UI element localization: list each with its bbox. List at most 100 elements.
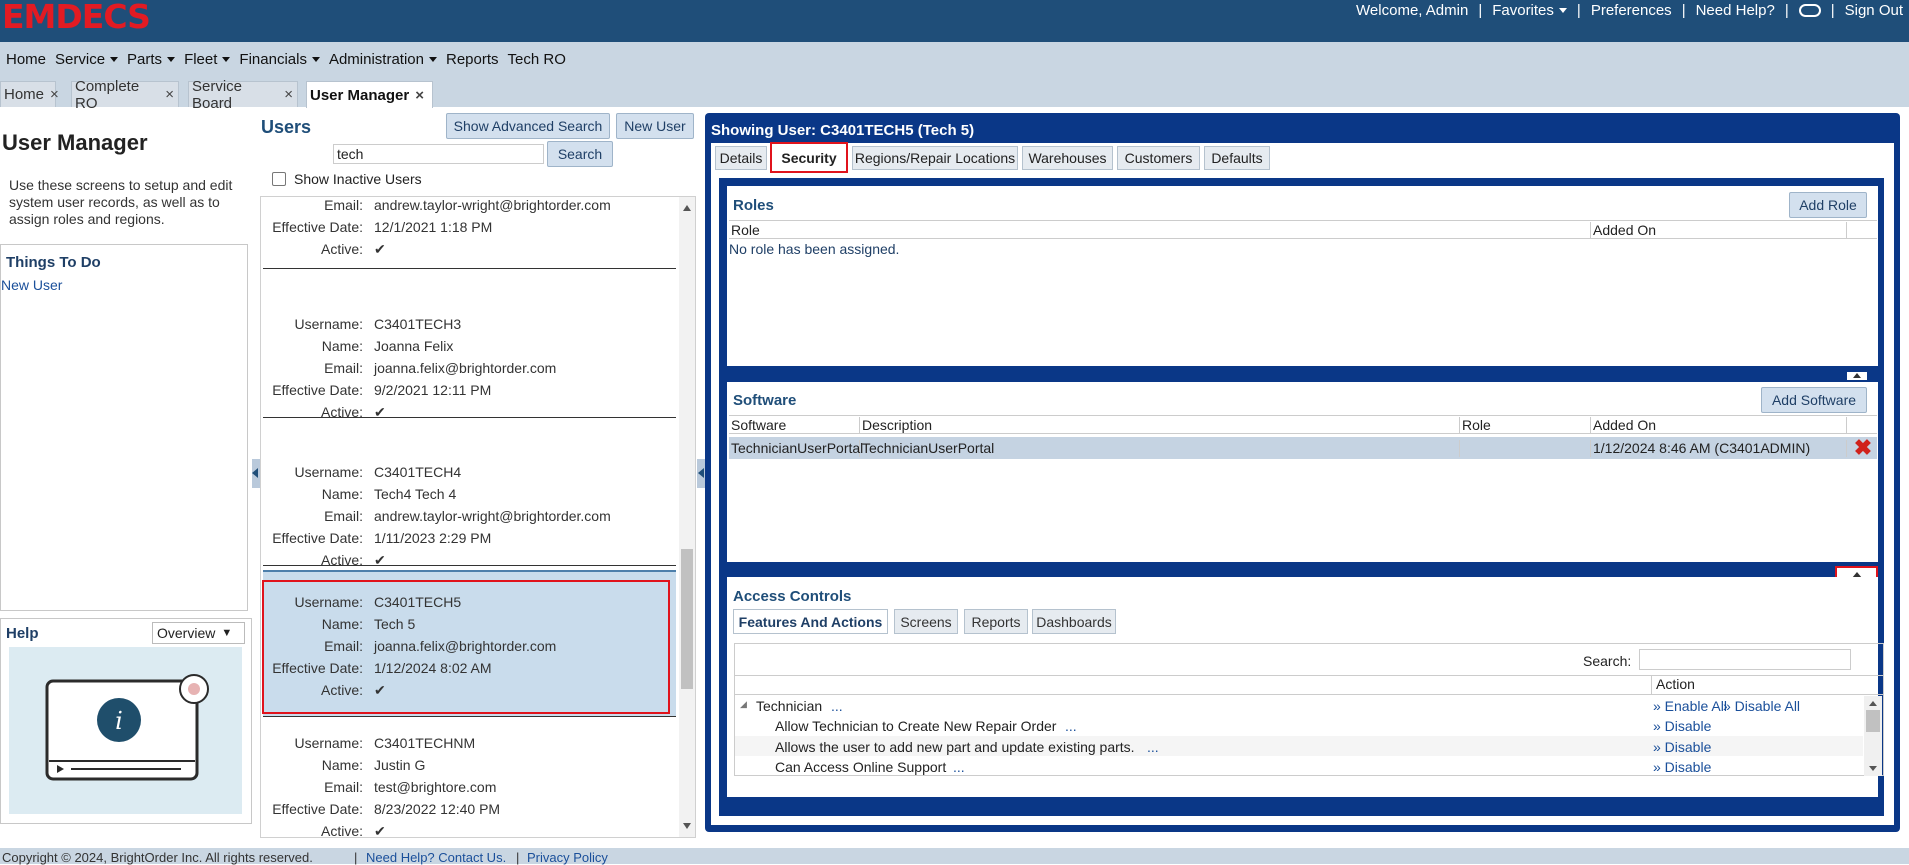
tab-customers[interactable]: Customers (1117, 146, 1200, 170)
user-card[interactable]: Username: C3401TECH3 Name: Joanna Felix Em… (263, 297, 676, 420)
col-description[interactable]: Description (860, 417, 1460, 434)
welcome-text: Welcome, Admin (1356, 1, 1469, 19)
scroll-down-arrow-icon[interactable] (683, 823, 691, 829)
disable-all-link[interactable]: » Disable All (1723, 698, 1800, 714)
feature-more[interactable]: ... (953, 759, 965, 775)
subtab-features-actions[interactable]: Features And Actions (733, 609, 888, 634)
subtab-screens[interactable]: Screens (894, 609, 958, 634)
user-email: joanna.felix@brightorder.com (374, 360, 557, 376)
menu-fleet[interactable]: Fleet (183, 42, 238, 76)
showing-user-title: Showing User: C3401TECH5 (Tech 5) (711, 122, 975, 139)
roles-title: Roles (733, 197, 774, 214)
user-name: Tech4 Tech 4 (374, 486, 457, 502)
user-list-scrollbar[interactable] (679, 197, 695, 837)
active-check-icon: ✔ (374, 241, 386, 257)
effective-date-label: Effective Date: (272, 219, 363, 235)
tab-warehouses[interactable]: Warehouses (1022, 146, 1113, 170)
help-topic-select[interactable]: Overview ▼ (152, 622, 245, 644)
menu-administration[interactable]: Administration (328, 42, 445, 76)
feature-more[interactable]: ... (1065, 718, 1077, 734)
close-icon[interactable]: × (50, 86, 59, 103)
tab-regions-repair-locations[interactable]: Regions/Repair Locations (852, 146, 1018, 170)
tab-security[interactable]: Security (770, 142, 848, 173)
copyright-text: Copyright © 2024, BrightOrder Inc. All r… (2, 850, 313, 865)
group-more[interactable]: ... (831, 698, 843, 714)
menu-fleet-label: Fleet (184, 50, 218, 68)
privacy-policy-link[interactable]: Privacy Policy (527, 850, 608, 865)
favorites-menu[interactable]: Favorites (1492, 2, 1567, 19)
collapse-left-panel-handle[interactable] (252, 459, 260, 488)
new-user-link[interactable]: New User (1, 277, 62, 293)
subtab-reports[interactable]: Reports (964, 609, 1028, 634)
col-role[interactable]: Role (729, 222, 1591, 239)
group-row-technician[interactable]: ◢ Technician ... » Enable All » Disable … (735, 696, 1863, 716)
user-search-input[interactable]: tech (333, 144, 544, 164)
access-grid-scrollbar[interactable] (1864, 696, 1882, 776)
tab-defaults[interactable]: Defaults (1204, 146, 1270, 170)
feature-more[interactable]: ... (1147, 739, 1159, 755)
show-inactive-users-checkbox[interactable] (272, 172, 286, 186)
footer: Copyright © 2024, BrightOrder Inc. All r… (0, 848, 1909, 865)
col-added-on[interactable]: Added On (1591, 417, 1847, 434)
tab-service-board[interactable]: Service Board × (188, 78, 298, 112)
user-list-scroll-thumb[interactable] (681, 549, 693, 689)
enable-all-link[interactable]: » Enable All (1653, 698, 1727, 714)
software-row[interactable]: TechnicianUserPortal TechnicianUserPorta… (729, 437, 1877, 459)
col-action[interactable]: Action (1651, 676, 1695, 694)
col-software[interactable]: Software (729, 417, 860, 434)
software-role (1460, 440, 1591, 457)
close-icon[interactable]: × (415, 87, 424, 104)
tab-home[interactable]: Home × (0, 81, 59, 107)
feature-row[interactable]: Can Access Online Support ... » Disable (735, 756, 1863, 775)
menu-financials[interactable]: Financials (238, 42, 328, 76)
delete-x-icon[interactable]: ✖ (1853, 437, 1873, 459)
tab-complete-ro[interactable]: Complete RO × (71, 78, 179, 112)
roles-collapse-handle[interactable] (1847, 372, 1867, 380)
access-grid-scroll-thumb[interactable] (1866, 710, 1880, 732)
email-label: Email: (324, 197, 363, 213)
add-software-button[interactable]: Add Software (1761, 387, 1867, 413)
search-button[interactable]: Search (547, 141, 613, 167)
user-card[interactable]: Username: C3401TECHNM Name: Justin G Email… (263, 723, 676, 837)
subtab-dashboards[interactable]: Dashboards (1032, 609, 1116, 634)
menu-parts[interactable]: Parts (126, 42, 183, 76)
disable-link[interactable]: » Disable (1653, 759, 1711, 775)
user-card[interactable]: Email: andrew.taylor-wright@brightorder.c… (263, 197, 676, 269)
scroll-up-arrow-icon[interactable] (683, 205, 691, 211)
col-role[interactable]: Role (1460, 417, 1591, 434)
need-help-link[interactable]: Need Help? (1696, 2, 1775, 19)
close-icon[interactable]: × (165, 86, 174, 103)
chat-icon[interactable] (1798, 3, 1821, 17)
tab-details[interactable]: Details (715, 146, 767, 170)
feature-row[interactable]: Allows the user to add new part and upda… (735, 736, 1863, 756)
sign-out-link[interactable]: Sign Out (1845, 2, 1903, 19)
contact-us-link[interactable]: Need Help? Contact Us. (366, 850, 506, 865)
help-video-thumbnail[interactable]: i (9, 647, 242, 814)
access-search-input[interactable] (1639, 649, 1851, 670)
scroll-down-arrow-icon[interactable] (1869, 766, 1877, 771)
feature-row[interactable]: Allow Technician to Create New Repair Or… (735, 716, 1863, 736)
menu-home[interactable]: Home (5, 42, 54, 76)
close-icon[interactable]: × (284, 86, 293, 103)
col-added-on[interactable]: Added On (1591, 222, 1847, 239)
collapse-list-panel-handle[interactable] (697, 459, 705, 488)
show-advanced-search-button[interactable]: Show Advanced Search (446, 113, 610, 139)
username-label: Username: (294, 735, 363, 751)
roles-grid-header: Role Added On (729, 220, 1877, 239)
menu-reports[interactable]: Reports (445, 42, 507, 76)
disable-link[interactable]: » Disable (1653, 718, 1711, 734)
add-role-button[interactable]: Add Role (1789, 192, 1867, 218)
user-card[interactable]: Username: C3401TECH4 Name: Tech4 Tech 4 Em… (263, 445, 676, 568)
preferences-link[interactable]: Preferences (1591, 2, 1672, 19)
group-name: Technician (756, 698, 823, 714)
tab-complete-ro-label: Complete RO (75, 77, 140, 112)
disable-link[interactable]: » Disable (1653, 739, 1711, 755)
tab-user-manager[interactable]: User Manager × (306, 81, 433, 108)
scroll-up-arrow-icon[interactable] (1869, 701, 1877, 706)
new-user-button[interactable]: New User (616, 113, 694, 139)
emdecs-logo[interactable]: EMDECS (2, 0, 151, 34)
expand-triangle-icon[interactable]: ◢ (740, 699, 747, 710)
chevron-left-icon (252, 468, 258, 478)
menu-service[interactable]: Service (54, 42, 126, 76)
menu-tech-ro[interactable]: Tech RO (507, 42, 574, 76)
